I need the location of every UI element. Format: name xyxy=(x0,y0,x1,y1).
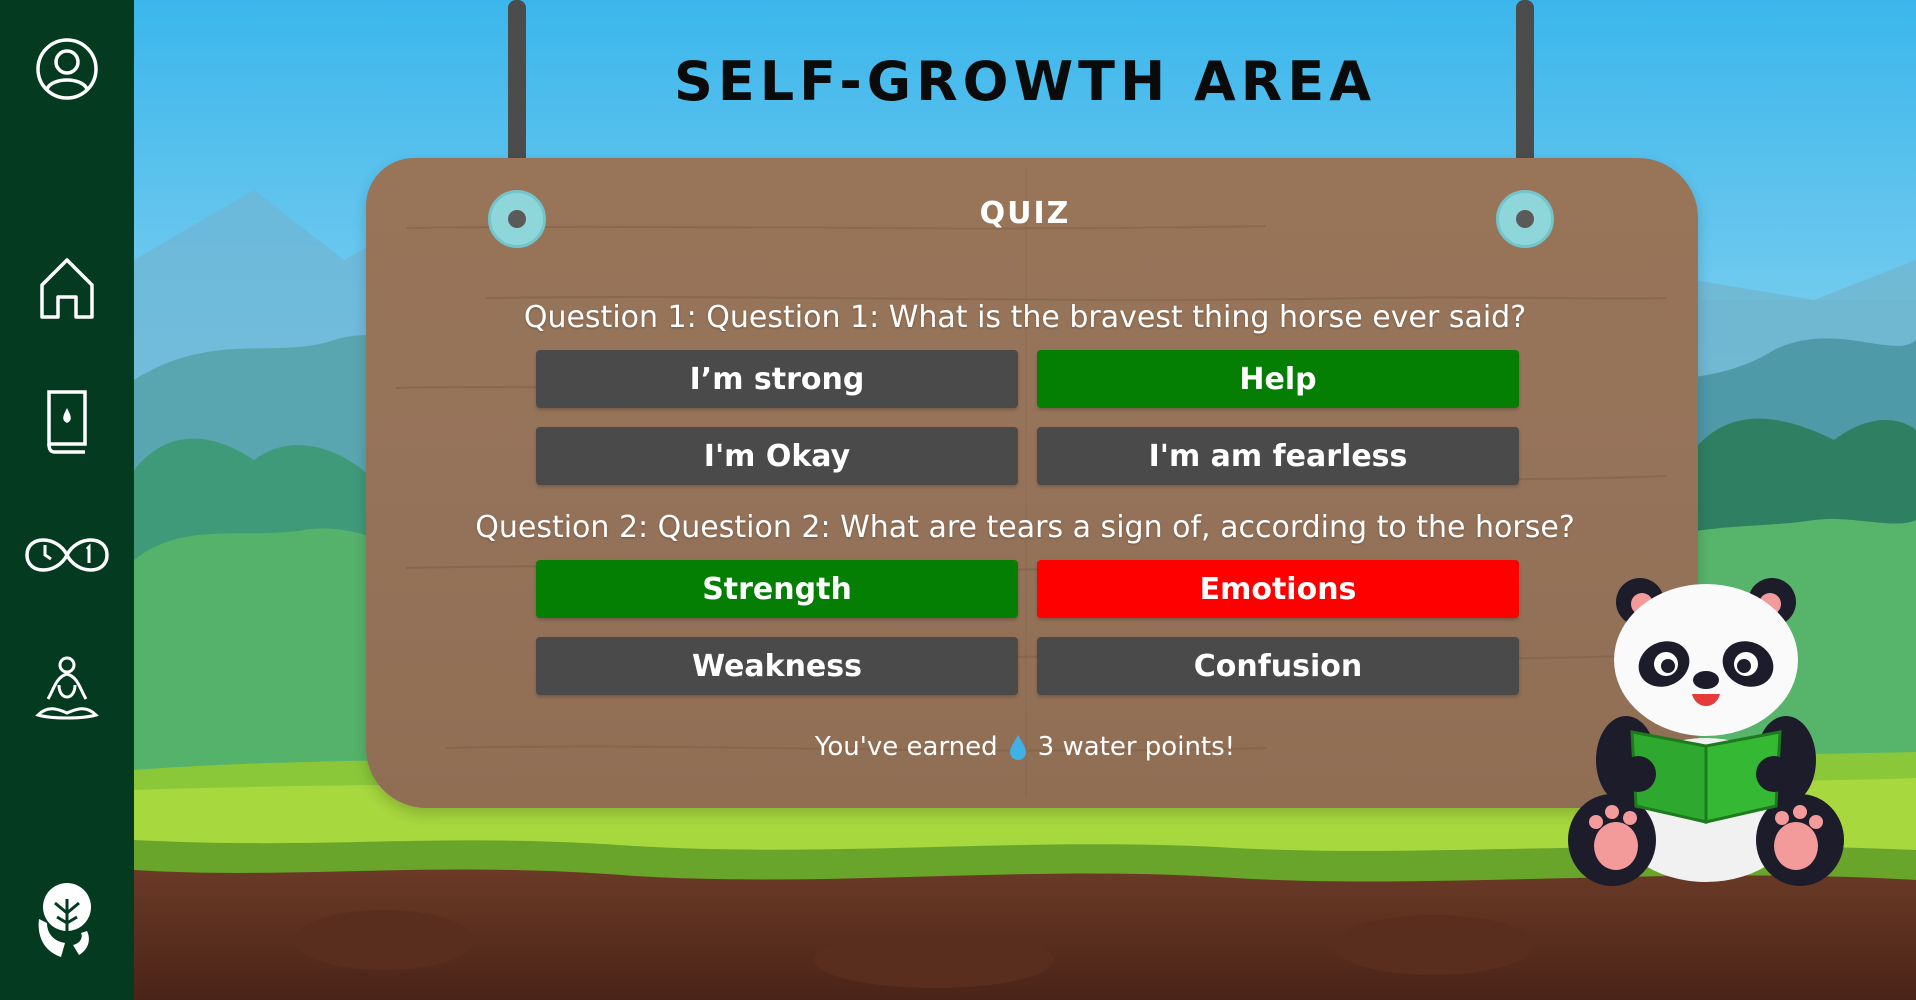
answer-2a[interactable]: Strength xyxy=(536,560,1018,618)
quiz-heading: QUIZ xyxy=(979,196,1071,231)
answer-1c[interactable]: I'm Okay xyxy=(536,427,1018,485)
question-2-text: Question 2: Question 2: What are tears a… xyxy=(475,510,1575,545)
earned-suffix: 3 water points! xyxy=(1037,732,1236,762)
meditation-icon xyxy=(35,656,99,720)
water-drop-icon xyxy=(1009,735,1026,760)
profile-button[interactable] xyxy=(0,19,134,119)
book-water-icon xyxy=(47,390,87,454)
panda-mascot xyxy=(1568,578,1844,886)
answer-1b[interactable]: Help xyxy=(1037,350,1519,408)
page-title: SELF-GROWTH AREA xyxy=(673,50,1377,113)
earned-prefix: You've earned xyxy=(814,732,998,762)
answer-1d[interactable]: I'm am fearless xyxy=(1037,427,1519,485)
answer-2d[interactable]: Confusion xyxy=(1037,637,1519,695)
home-button[interactable] xyxy=(0,238,134,338)
habits-button[interactable] xyxy=(0,505,134,605)
home-icon xyxy=(40,258,94,319)
meditation-button[interactable] xyxy=(0,640,134,740)
journal-button[interactable] xyxy=(0,372,134,472)
infinity-clock-icon xyxy=(25,538,109,572)
question-1-text: Question 1: Question 1: What is the brav… xyxy=(523,300,1527,335)
answer-2c[interactable]: Weakness xyxy=(536,637,1018,695)
quiz-scene: SELF-GROWTH AREA QUIZ Question 1: Questi… xyxy=(134,0,1916,1000)
answer-1a[interactable]: I’m strong xyxy=(536,350,1018,408)
user-profile-icon xyxy=(36,38,98,100)
answer-2b[interactable]: Emotions xyxy=(1037,560,1519,618)
logo-button[interactable] xyxy=(0,869,134,969)
tree-head-logo-icon xyxy=(38,883,91,957)
sidebar xyxy=(0,0,134,1000)
